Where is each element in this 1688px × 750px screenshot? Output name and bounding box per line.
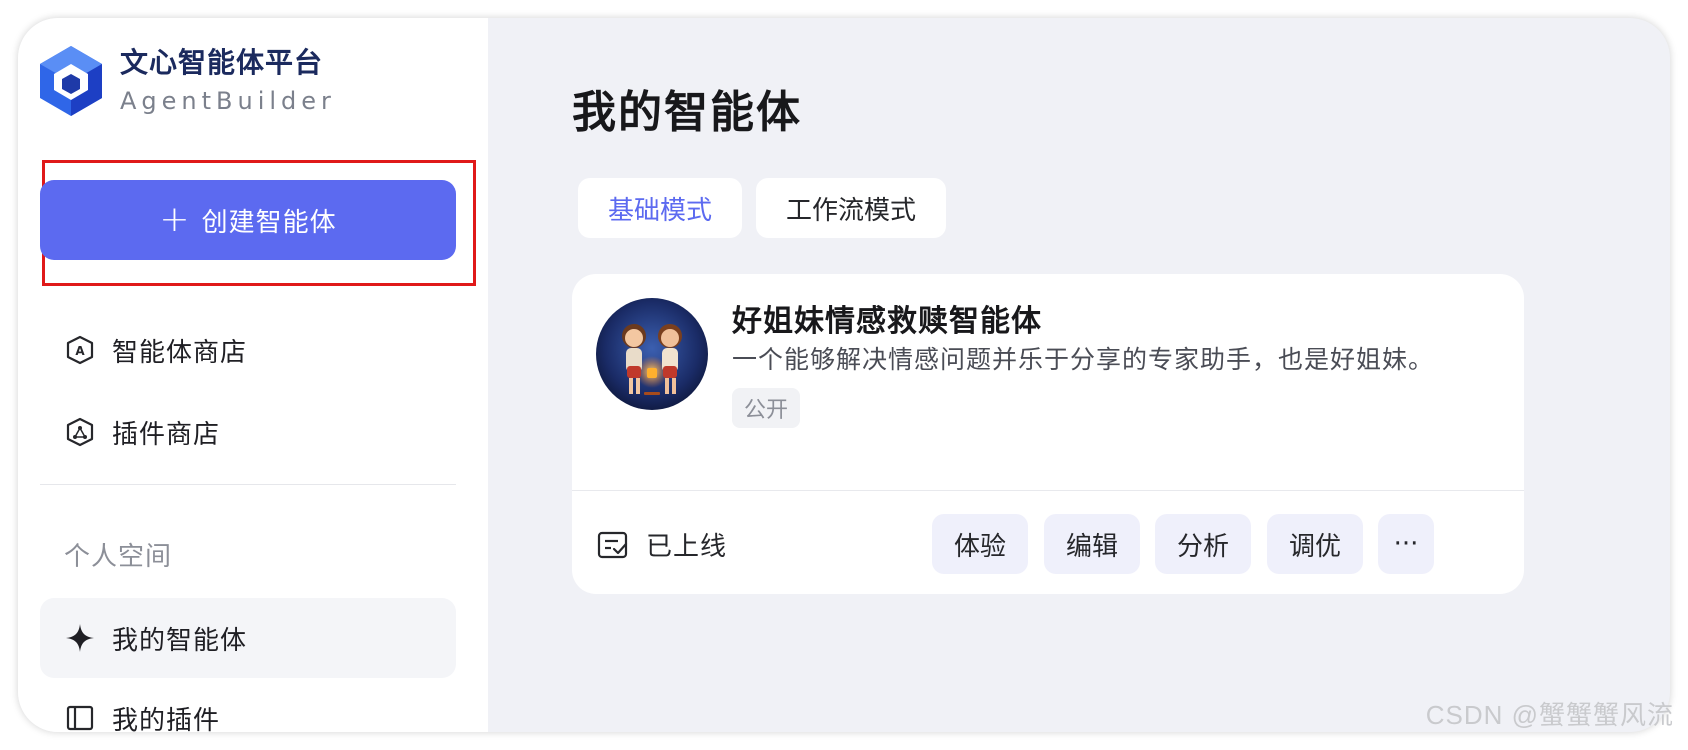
book-icon (64, 702, 96, 732)
sidebar-item-plugin-store[interactable]: 插件商店 (40, 392, 456, 472)
agent-name: 好姐妹情感救赎智能体 (732, 304, 1042, 339)
main-content: 我的智能体 基础模式 工作流模式 好姐妹情感救赎智能体 一个能够解决情感问题并乐… (488, 18, 1670, 732)
status-checklist-icon (596, 528, 630, 562)
agent-avatar (596, 298, 708, 410)
svg-text:A: A (75, 344, 85, 358)
sidebar-item-agent-store[interactable]: A 智能体商店 (40, 310, 456, 390)
brand-logo-icon (40, 46, 102, 116)
status-text: 已上线 (646, 532, 728, 562)
agent-status: 已上线 (596, 526, 727, 563)
sidebar-divider (40, 484, 456, 485)
app-window: 文心智能体平台 AgentBuilder + 创建智能体 A 智能体商店 插件商… (18, 18, 1670, 732)
tab-basic-mode[interactable]: 基础模式 (578, 178, 742, 238)
try-button[interactable]: 体验 (932, 514, 1028, 574)
analyze-button[interactable]: 分析 (1155, 514, 1251, 574)
brand[interactable]: 文心智能体平台 AgentBuilder (38, 44, 336, 118)
agent-card[interactable]: 好姐妹情感救赎智能体 一个能够解决情感问题并乐于分享的专家助手，也是好姐妹。 公… (572, 274, 1524, 594)
sidebar-item-label: 智能体商店 (112, 337, 248, 368)
visibility-tag: 公开 (732, 388, 801, 428)
card-divider (572, 490, 1524, 491)
sidebar-item-label: 我的智能体 (112, 625, 248, 656)
agent-description: 一个能够解决情感问题并乐于分享的专家助手，也是好姐妹。 (732, 345, 1435, 374)
sidebar-item-my-plugins[interactable]: 我的插件 (40, 678, 456, 732)
tune-button[interactable]: 调优 (1267, 514, 1363, 574)
more-options-button[interactable]: ··· (1378, 514, 1434, 574)
page-title: 我的智能体 (572, 87, 802, 138)
brand-title: 文心智能体平台 (120, 46, 324, 79)
tab-workflow-mode[interactable]: 工作流模式 (756, 178, 946, 238)
sidebar-item-label: 插件商店 (112, 419, 221, 450)
watermark: CSDN @蟹蟹蟹风流 (1425, 700, 1674, 730)
create-agent-button[interactable]: + 创建智能体 (40, 180, 456, 260)
sidebar-item-my-agents[interactable]: 我的智能体 (40, 598, 456, 678)
edit-button[interactable]: 编辑 (1044, 514, 1140, 574)
plus-icon: + (159, 199, 190, 240)
sparkle-icon (64, 622, 96, 654)
agent-store-icon: A (64, 334, 96, 366)
section-label-personal-space: 个人空间 (64, 542, 173, 572)
plugin-store-icon (64, 416, 96, 448)
sidebar: 文心智能体平台 AgentBuilder + 创建智能体 A 智能体商店 插件商… (18, 18, 488, 732)
brand-subtitle: AgentBuilder (120, 87, 336, 115)
create-agent-label: 创建智能体 (201, 207, 337, 238)
sidebar-item-label: 我的插件 (112, 705, 221, 733)
